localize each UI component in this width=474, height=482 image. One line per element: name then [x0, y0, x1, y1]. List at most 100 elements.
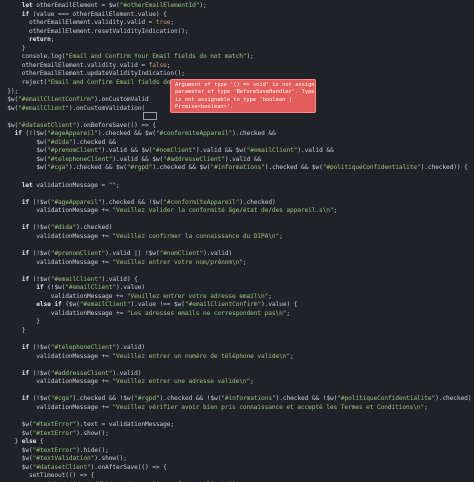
code-token: validationMessage += [0, 232, 113, 240]
code-token: if [0, 284, 48, 292]
code-token: "#ageAppareil" [50, 198, 102, 206]
code-token: ).checked) [435, 395, 472, 403]
code-token: "#informations" [221, 395, 276, 403]
code-token: (!$w( [32, 275, 51, 283]
code-token: "#cga" [50, 395, 73, 403]
code-token: (!$w( [32, 395, 51, 403]
code-token: if [0, 249, 33, 257]
code-token: $w( [0, 96, 19, 104]
cursor-highlight [143, 112, 157, 120]
code-token: ; [166, 61, 171, 69]
code-token: "Veuillez vérifier avoir bien pris conna… [112, 403, 425, 411]
code-editor[interactable]: let otherEmailElement = $w("#otherEmailE… [0, 0, 474, 482]
code-token: "#emailClientConfirm" [18, 96, 95, 104]
code-token: (!$w( [32, 249, 51, 257]
code-token: ; [333, 207, 338, 215]
code-line[interactable]: validationMessage += "Veuillez valider l… [0, 206, 337, 215]
code-token: $w( [0, 164, 48, 172]
code-token: ).checked && [232, 130, 276, 138]
code-token: "#addresseClient" [50, 369, 113, 377]
code-token: ).checked)) { [420, 164, 468, 172]
code-token: (!$w( [32, 224, 51, 232]
code-token: $w( [0, 138, 48, 146]
code-token: if [0, 369, 33, 377]
code-token: "Veuillez entrer votre adresse email\n" [126, 292, 269, 300]
code-token: ).valid && $w( [101, 147, 153, 155]
code-token: "#rgpd" [134, 395, 160, 403]
code-token: "#informations" [210, 164, 265, 172]
code-token: "#textError" [32, 446, 77, 454]
code-token: "#emailClient" [246, 147, 298, 155]
code-token: ; [242, 258, 247, 266]
code-token: reject( [0, 78, 48, 86]
code-token: $w( [0, 155, 48, 163]
code-token: (!$w( [32, 198, 51, 206]
code-token: "#otherEmailElementId" [119, 2, 200, 9]
code-token: $w( [0, 147, 48, 155]
code-token: if [0, 395, 33, 403]
code-line[interactable]: let validationMessage = ""; [0, 181, 120, 190]
code-token: (!$w( [32, 344, 51, 351]
code-token: }); [0, 87, 19, 95]
code-token: ).text = validationMessage; [76, 420, 175, 428]
code-token: "#emailClient" [79, 301, 131, 309]
code-line[interactable]: validationMessage += "Veuillez entrer un… [0, 377, 254, 386]
code-token: "Email and Confirm Your Email fields do … [65, 53, 247, 61]
code-line[interactable]: $w("#emailClient").onCustomValidation( [0, 104, 145, 113]
code-token: ).valid) [116, 344, 146, 351]
code-token: ).checked && !$w( [159, 395, 222, 403]
code-token: otherEmailElement.validity.valid = [0, 19, 156, 27]
code-token: $w( [0, 121, 19, 129]
code-token: validationMessage += [0, 258, 113, 266]
code-token: if [0, 275, 33, 283]
code-token: ).valid && [297, 147, 334, 155]
code-token: ).checked) [239, 198, 276, 206]
code-token: } [0, 438, 22, 446]
code-token: ).valid) [112, 369, 142, 377]
code-token: (!$w( [47, 284, 66, 292]
code-token: { [39, 438, 44, 446]
code-token: ); [199, 2, 207, 9]
error-tooltip: Argument of type '() => void' is not ass… [170, 79, 316, 113]
code-line[interactable]: $w("#cga").checked && $w("#rgpd").checke… [0, 163, 468, 172]
code-token: $w( [0, 455, 33, 463]
code-line[interactable]: validationMessage += "Veuillez confirmer… [0, 232, 283, 241]
code-token: console.log( [0, 53, 66, 61]
code-token: ).valid) { [101, 275, 138, 283]
code-line[interactable]: validationMessage += "Veuillez vérifier … [0, 403, 428, 412]
code-token: "#conformiteAppareil" [155, 130, 233, 138]
code-token: "#telephoneClient" [50, 344, 117, 351]
code-token: ; [290, 352, 294, 360]
code-token: "Veuillez entrer une adresse valide\n" [112, 378, 251, 386]
code-line[interactable]: } [0, 326, 26, 335]
code-token: validationMessage += [0, 403, 113, 411]
code-token: "#cga" [47, 164, 69, 172]
code-token: ).checked && [72, 138, 117, 146]
code-line[interactable]: validationMessage += "Veuillez entrer un… [0, 352, 294, 361]
code-token: (!$w( [32, 369, 51, 377]
code-token: ; [424, 403, 428, 411]
code-token: "#addresseClient" [163, 155, 225, 163]
code-token: } [0, 326, 26, 334]
code-token: ).checked && !$w( [275, 395, 338, 403]
code-token: else if [0, 301, 66, 309]
code-token: "#politiqueConfidentialite" [337, 395, 436, 403]
code-token: otherEmailElement = $w( [36, 2, 120, 9]
code-token: true [155, 19, 171, 27]
code-token: "#nomClient" [152, 147, 196, 155]
code-token: validationMessage += [0, 378, 113, 386]
code-token: if [0, 198, 33, 206]
code-line[interactable]: validationMessage += "Les adresses email… [0, 309, 290, 318]
code-token: "#datasetClient" [18, 121, 77, 129]
code-token: ; [170, 19, 175, 27]
code-token: false [148, 61, 167, 69]
code-token: $w( [0, 446, 33, 454]
code-token: validationMessage = [36, 181, 109, 189]
code-token: "#nomClient" [159, 249, 204, 257]
code-token: ).valid && [224, 155, 262, 163]
code-line[interactable]: validationMessage += "Veuillez entrer vo… [0, 258, 247, 267]
code-token: ).value) [116, 284, 146, 292]
code-token: "Veuillez valider la conformité âge/état… [112, 207, 334, 215]
code-token: ).checked && $w( [264, 164, 323, 172]
code-token: if [0, 10, 33, 18]
